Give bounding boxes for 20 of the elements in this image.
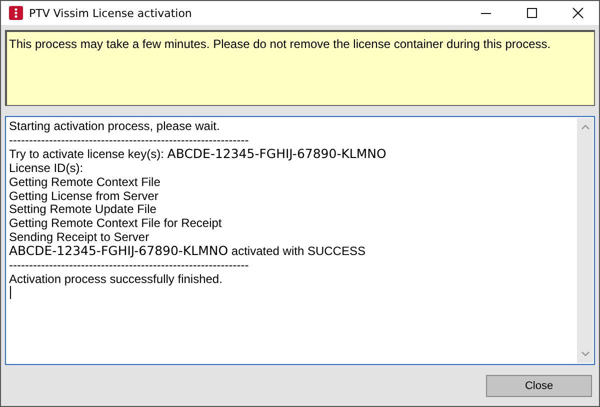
log-line: Getting License from Server (9, 190, 160, 204)
log-line: Try to activate license key(s): ABCDE-12345-FGHIJ-67890-KLMNO (9, 147, 388, 162)
log-line: Starting activation process, please wait. (9, 120, 221, 134)
log-line: Getting Remote Context File for Receipt (9, 216, 223, 231)
log-line: ------------------------------------------------------------ (9, 259, 250, 273)
text-cursor (10, 286, 11, 300)
log-line: ABCDE-12345-FGHIJ-67890-KLMNO activated with SUCCESS (9, 244, 366, 260)
window-title: PTV Vissim License activation (29, 6, 192, 20)
notice-text: This process may take a few minutes. Please do not remove the license container during this process. (9, 37, 551, 51)
log-textbox[interactable] (5, 116, 595, 365)
log-line: Activation process successfully finished. (9, 272, 224, 286)
maximize-icon[interactable] (526, 7, 538, 19)
log-line: License ID(s): (9, 162, 84, 176)
app-icon (9, 6, 23, 20)
log-line: Getting Remote Context File (9, 176, 162, 190)
log-line: Setting Remote Update File (9, 203, 158, 217)
close-icon[interactable] (572, 7, 584, 19)
close-button[interactable]: Close (486, 374, 592, 396)
log-line: ------------------------------------------------------------ (9, 134, 250, 148)
log-line: Sending Receipt to Server (9, 230, 150, 244)
